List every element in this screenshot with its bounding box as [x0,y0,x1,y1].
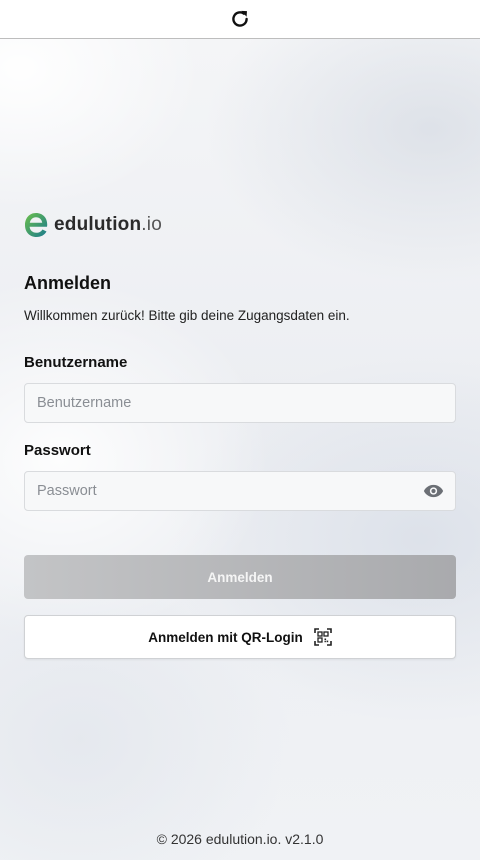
password-field-wrapper [24,471,456,511]
qr-scan-icon [313,628,332,646]
qr-login-button[interactable]: Anmelden mit QR-Login [24,615,456,659]
brand-name-main: edulution [54,214,142,235]
top-bar [0,0,480,39]
eye-icon[interactable] [423,482,444,500]
brand-name: edulution.io [54,214,162,236]
footer-copyright: © 2026 edulution.io. v2.1.0 [156,831,324,847]
brand-logo: edulution.io [24,210,162,240]
password-label: Passwort [24,442,91,459]
edulution-logo-icon [25,213,48,237]
username-field-wrapper [24,383,456,423]
username-label: Benutzername [24,354,128,371]
reload-icon [232,10,248,27]
username-input[interactable] [25,384,455,422]
password-input[interactable] [25,472,455,510]
brand-name-tld: .io [141,214,162,235]
page-title: Anmelden [24,273,112,293]
qr-login-label: Anmelden mit QR-Login [148,629,303,645]
reload-button[interactable] [227,6,253,32]
login-submit-button[interactable]: Anmelden [24,555,456,599]
page-subtitle: Willkommen zurück! Bitte gib deine Zugan… [24,308,350,323]
